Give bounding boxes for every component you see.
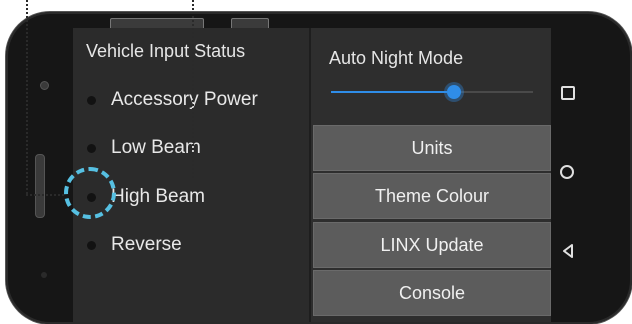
home-icon[interactable] <box>560 165 574 179</box>
callout-leader-line <box>192 0 194 178</box>
status-label: Accessory Power <box>111 89 258 110</box>
high-beam-highlight-ring <box>64 167 116 219</box>
recent-apps-icon[interactable] <box>561 86 575 100</box>
callout-leader-line <box>26 0 28 194</box>
status-label: High Beam <box>111 186 205 207</box>
theme-colour-button[interactable]: Theme Colour <box>313 173 551 219</box>
status-label: Reverse <box>111 234 182 255</box>
callout-leader-line <box>26 194 64 196</box>
status-row-reverse: Reverse <box>87 232 182 258</box>
status-row-low-beam: Low Beam <box>87 135 201 161</box>
vehicle-input-title: Vehicle Input Status <box>86 41 246 61</box>
proximity-sensor <box>41 272 47 278</box>
status-indicator-icon <box>87 95 96 105</box>
units-button[interactable]: Units <box>313 125 551 171</box>
speaker-grille <box>35 154 45 218</box>
status-indicator-icon <box>87 240 96 250</box>
linx-update-button[interactable]: LINX Update <box>313 222 551 268</box>
back-icon[interactable] <box>561 244 575 258</box>
status-row-accessory-power: Accessory Power <box>87 87 258 113</box>
status-label: Low Beam <box>111 137 201 158</box>
auto-night-mode-label: Auto Night Mode <box>329 48 464 68</box>
slider-fill <box>331 91 455 93</box>
front-camera-icon <box>40 81 49 90</box>
settings-panel: Auto Night Mode Units Theme Colour LINX … <box>309 28 551 322</box>
console-button[interactable]: Console <box>313 270 551 316</box>
night-mode-slider[interactable] <box>331 80 533 104</box>
status-indicator-icon <box>87 143 96 153</box>
app-screen: Vehicle Input Status Accessory Power Low… <box>73 28 551 322</box>
